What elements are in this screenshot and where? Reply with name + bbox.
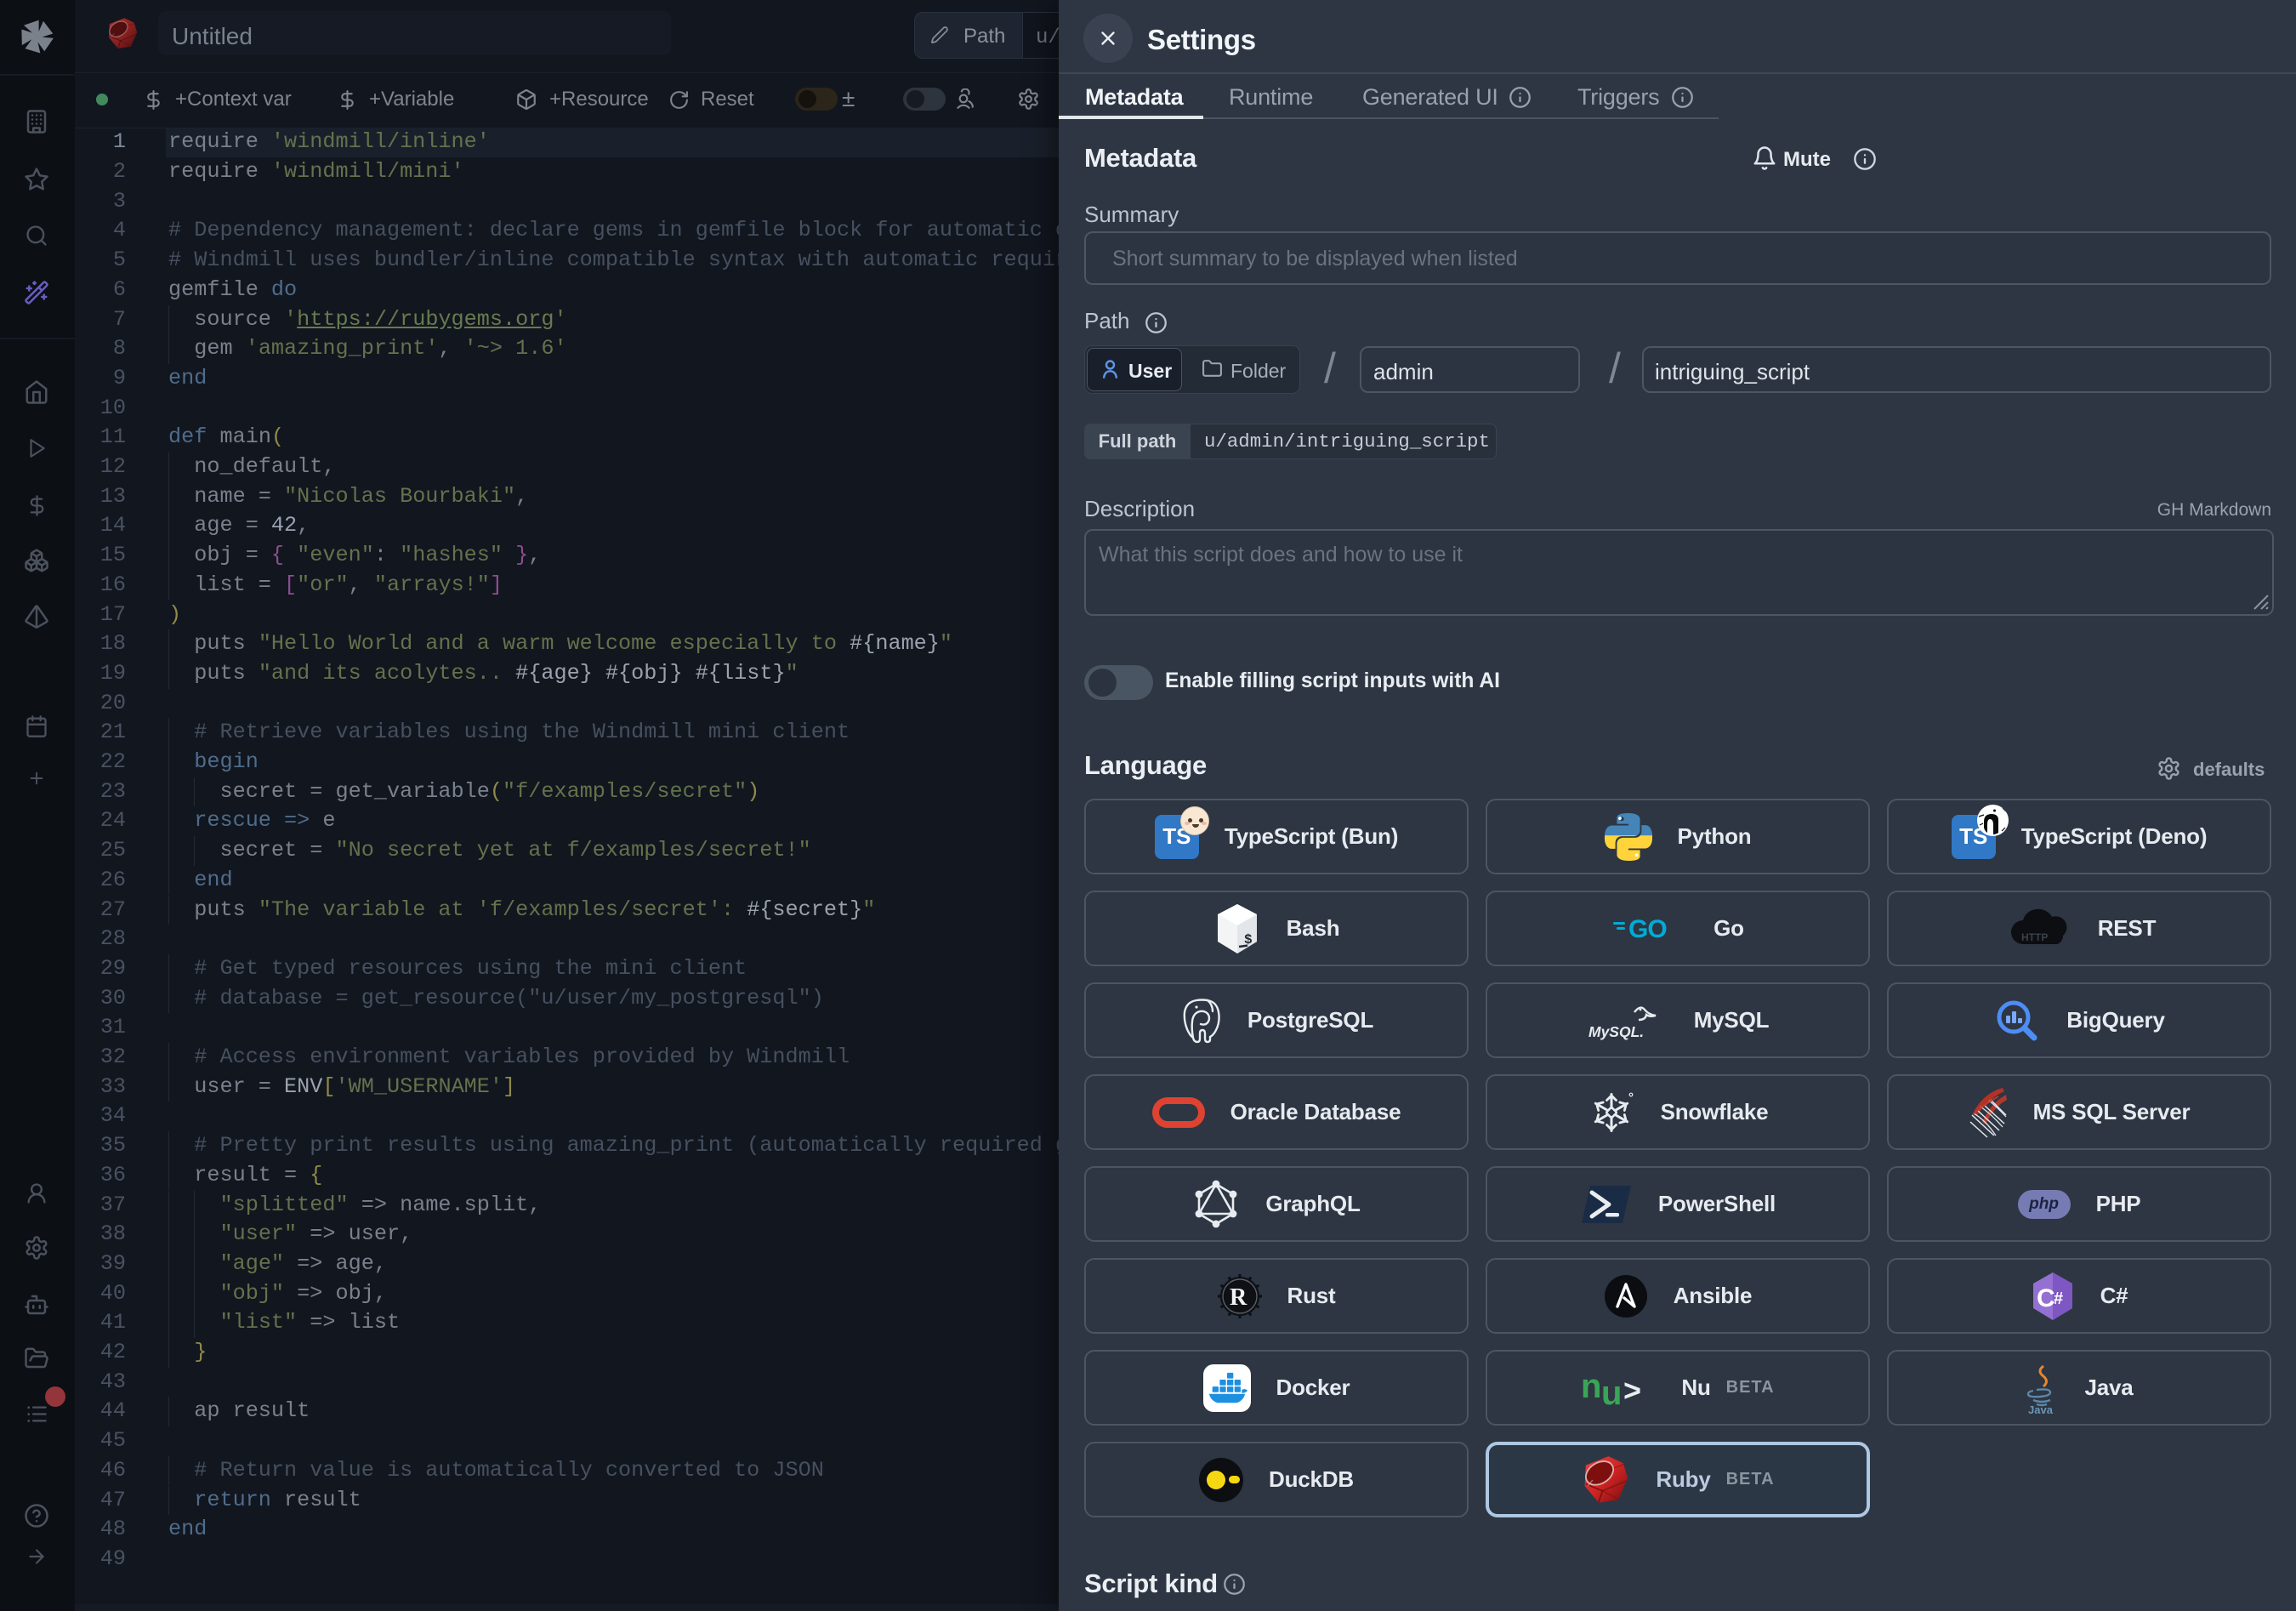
svg-text:Java: Java xyxy=(2028,1403,2054,1414)
svg-text:GO: GO xyxy=(1628,915,1667,943)
svg-text:u: u xyxy=(1601,1375,1622,1412)
svg-text:#: # xyxy=(2054,1289,2063,1308)
svg-text:R: R xyxy=(1230,1284,1247,1311)
svg-text:n: n xyxy=(1581,1368,1601,1405)
svg-text:>: > xyxy=(1623,1373,1641,1408)
svg-text:C: C xyxy=(2037,1284,2055,1312)
svg-text:MySQL.: MySQL. xyxy=(1588,1023,1644,1040)
svg-text:HTTP: HTTP xyxy=(2021,931,2048,943)
